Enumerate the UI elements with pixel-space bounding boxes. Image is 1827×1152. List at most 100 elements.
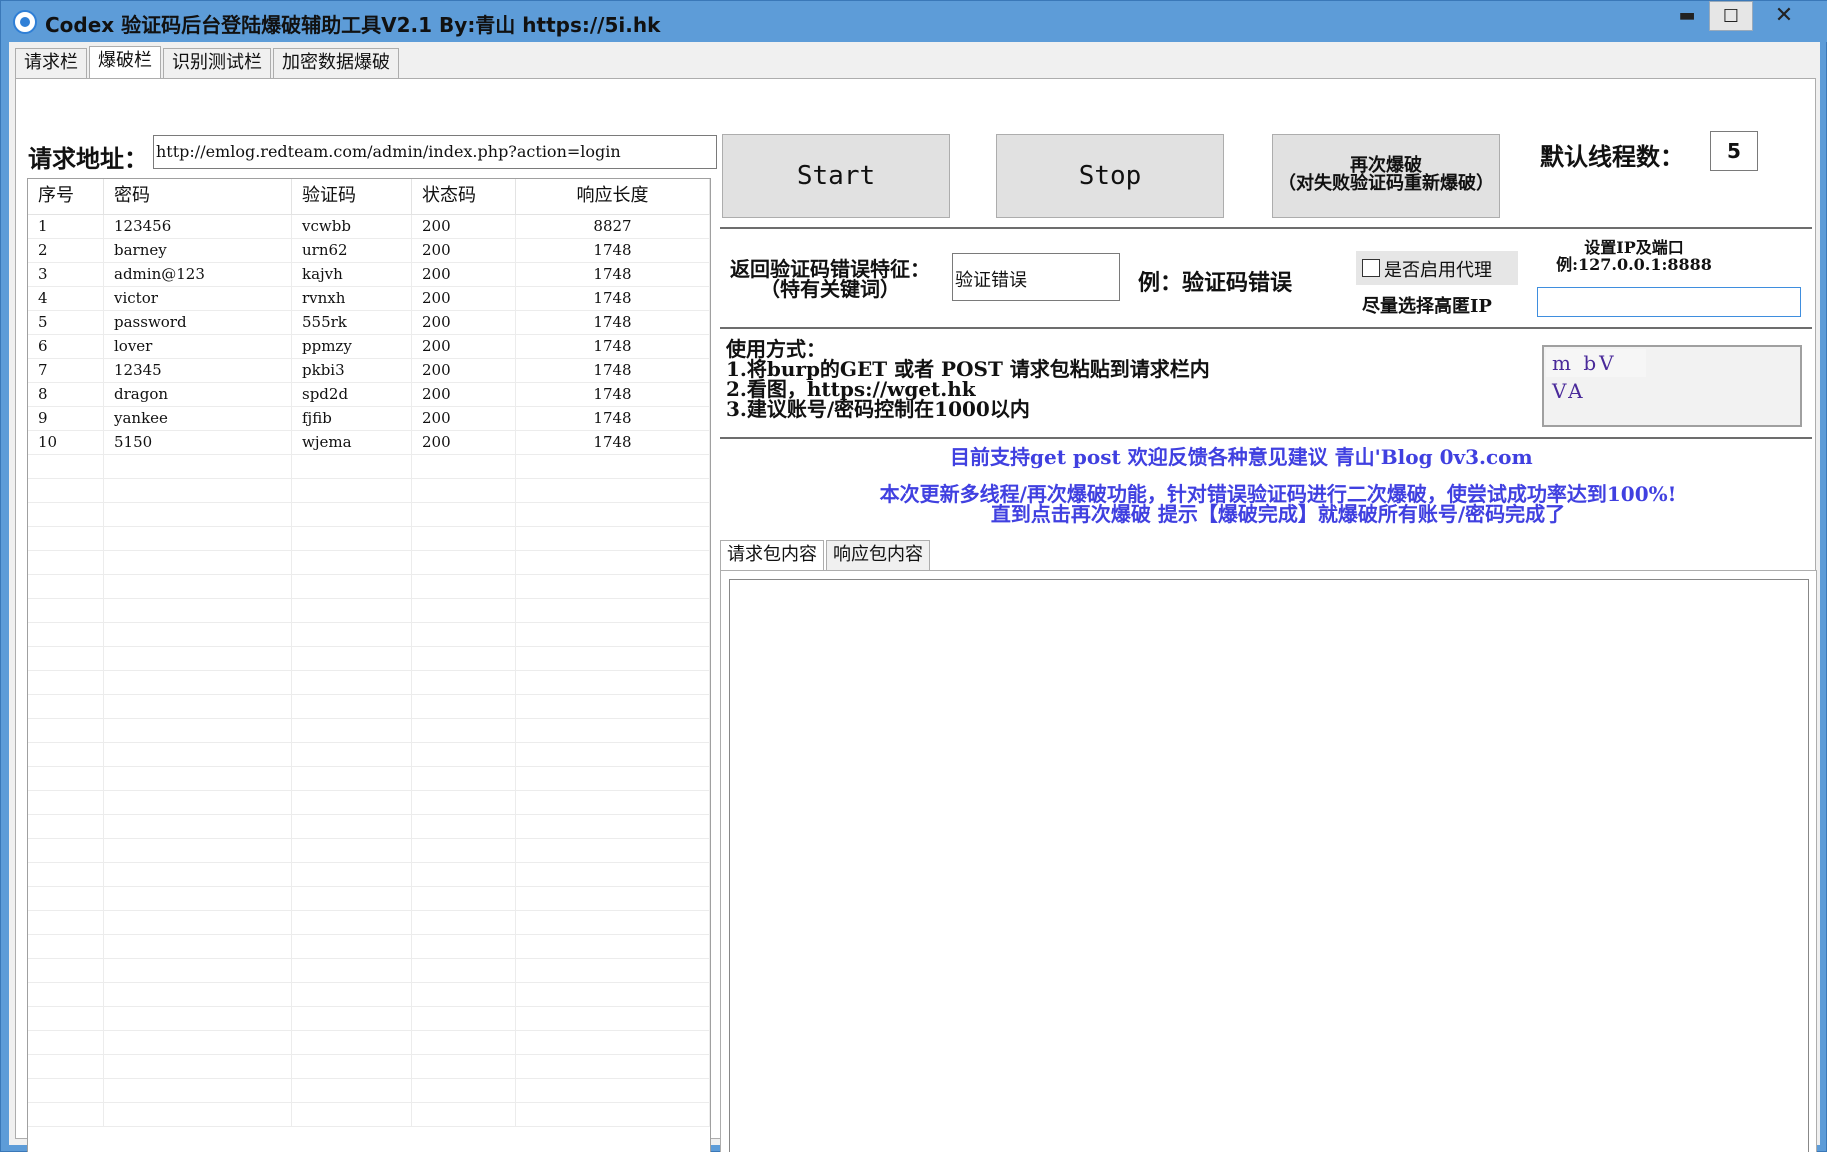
cell-index: 9 <box>28 407 104 430</box>
table-row[interactable] <box>28 815 710 839</box>
title-bar[interactable]: Codex 验证码后台登陆爆破辅助工具V2.1 By:青山 https://5i… <box>1 1 1827 42</box>
cell-status <box>412 1007 516 1030</box>
table-row[interactable] <box>28 1103 710 1127</box>
table-row[interactable]: 10 5150 wjema 200 1748 <box>28 431 710 455</box>
table-row[interactable] <box>28 1031 710 1055</box>
feature-example: 例：验证码错误 <box>1138 270 1293 296</box>
cell-length <box>516 767 710 790</box>
cell-captcha <box>292 959 412 982</box>
table-row[interactable]: 4 victor rvnxh 200 1748 <box>28 287 710 311</box>
table-row[interactable] <box>28 983 710 1007</box>
table-row[interactable] <box>28 839 710 863</box>
table-row[interactable] <box>28 1055 710 1079</box>
url-label: 请求地址： <box>28 144 148 173</box>
cell-captcha <box>292 1079 412 1102</box>
cell-password: 5150 <box>104 431 292 454</box>
table-row[interactable] <box>28 623 710 647</box>
table-row[interactable]: 6 lover ppmzy 200 1748 <box>28 335 710 359</box>
usage-title: 使用方式： <box>726 337 826 361</box>
cell-status: 200 <box>412 215 516 238</box>
cell-length <box>516 671 710 694</box>
start-button[interactable]: Start <box>722 134 950 218</box>
cell-length: 1748 <box>516 359 710 382</box>
cell-index <box>28 551 104 574</box>
table-row[interactable]: 7 12345 pkbi3 200 1748 <box>28 359 710 383</box>
table-row[interactable] <box>28 1079 710 1103</box>
cell-captcha <box>292 839 412 862</box>
tab-response-packet[interactable]: 响应包内容 <box>826 540 930 570</box>
proxy-checkbox[interactable] <box>1362 259 1380 277</box>
table-row[interactable] <box>28 695 710 719</box>
table-row[interactable] <box>28 647 710 671</box>
cell-captcha <box>292 767 412 790</box>
table-row[interactable] <box>28 719 710 743</box>
table-row[interactable]: 3 admin@123 kajvh 200 1748 <box>28 263 710 287</box>
cell-captcha <box>292 1055 412 1078</box>
cell-length <box>516 1055 710 1078</box>
header-index[interactable]: 序号 <box>28 179 104 214</box>
header-status[interactable]: 状态码 <box>412 179 516 214</box>
cell-status <box>412 1055 516 1078</box>
ip-port-input[interactable] <box>1537 287 1801 317</box>
table-row[interactable] <box>28 575 710 599</box>
table-row[interactable] <box>28 1007 710 1031</box>
update-notice-line1: 本次更新多线程/再次爆破功能，针对错误验证码进行二次爆破，使尝试成功率达到100… <box>879 482 1677 506</box>
table-row[interactable] <box>28 935 710 959</box>
cell-password <box>104 551 292 574</box>
cell-status <box>412 1079 516 1102</box>
header-captcha[interactable]: 验证码 <box>292 179 412 214</box>
packet-content-textarea[interactable] <box>729 579 1809 1152</box>
cell-password <box>104 815 292 838</box>
table-row[interactable] <box>28 863 710 887</box>
table-row[interactable]: 2 barney urn62 200 1748 <box>28 239 710 263</box>
tab-request[interactable]: 请求栏 <box>15 48 87 78</box>
table-row[interactable]: 5 password 555rk 200 1748 <box>28 311 710 335</box>
table-row[interactable] <box>28 527 710 551</box>
feature-input[interactable]: 验证错误 <box>952 253 1120 301</box>
table-row[interactable] <box>28 767 710 791</box>
header-length[interactable]: 响应长度 <box>516 179 710 214</box>
tab-encrypted-bruteforce[interactable]: 加密数据爆破 <box>273 48 399 78</box>
table-row[interactable]: 1 123456 vcwbb 200 8827 <box>28 215 710 239</box>
cell-status <box>412 791 516 814</box>
cell-status <box>412 1031 516 1054</box>
cell-status <box>412 1103 516 1126</box>
tab-bruteforce[interactable]: 爆破栏 <box>89 46 161 78</box>
close-button[interactable]: ✕ <box>1753 1 1815 31</box>
cell-index <box>28 623 104 646</box>
cell-index: 7 <box>28 359 104 382</box>
table-row[interactable] <box>28 503 710 527</box>
table-row[interactable] <box>28 671 710 695</box>
proxy-checkbox-label[interactable]: 是否启用代理 <box>1384 256 1492 282</box>
url-input[interactable]: http://emlog.redteam.com/admin/index.php… <box>153 135 717 169</box>
stop-button[interactable]: Stop <box>996 134 1224 218</box>
rerun-button[interactable]: 再次爆破 （对失败验证码重新爆破） <box>1272 134 1500 218</box>
results-table[interactable]: 序号 密码 验证码 状态码 响应长度 1 123456 vcwbb 200 8827 2 b… <box>27 178 711 1152</box>
table-row[interactable] <box>28 959 710 983</box>
cell-password: barney <box>104 239 292 262</box>
cell-password <box>104 983 292 1006</box>
table-row[interactable] <box>28 887 710 911</box>
tab-request-packet[interactable]: 请求包内容 <box>720 540 824 570</box>
cell-length <box>516 1079 710 1102</box>
table-row[interactable] <box>28 551 710 575</box>
table-row[interactable] <box>28 911 710 935</box>
table-row[interactable] <box>28 791 710 815</box>
table-row[interactable] <box>28 479 710 503</box>
minimize-button[interactable]: ▬ <box>1665 1 1709 31</box>
cell-captcha <box>292 983 412 1006</box>
table-row[interactable] <box>28 455 710 479</box>
header-password[interactable]: 密码 <box>104 179 292 214</box>
table-row[interactable] <box>28 599 710 623</box>
tab-recognition-test[interactable]: 识别测试栏 <box>163 48 271 78</box>
ip-port-label-line2: 例:127.0.0.1:8888 <box>1556 255 1712 274</box>
proxy-checkbox-row[interactable]: 是否启用代理 <box>1356 251 1518 285</box>
maximize-button[interactable]: ☐ <box>1709 1 1753 31</box>
cell-length: 1748 <box>516 431 710 454</box>
table-row[interactable]: 9 yankee fjfib 200 1748 <box>28 407 710 431</box>
table-row[interactable]: 8 dragon spd2d 200 1748 <box>28 383 710 407</box>
cell-status <box>412 767 516 790</box>
table-row[interactable] <box>28 743 710 767</box>
threads-input[interactable]: 5 <box>1710 131 1758 171</box>
cell-captcha: kajvh <box>292 263 412 286</box>
